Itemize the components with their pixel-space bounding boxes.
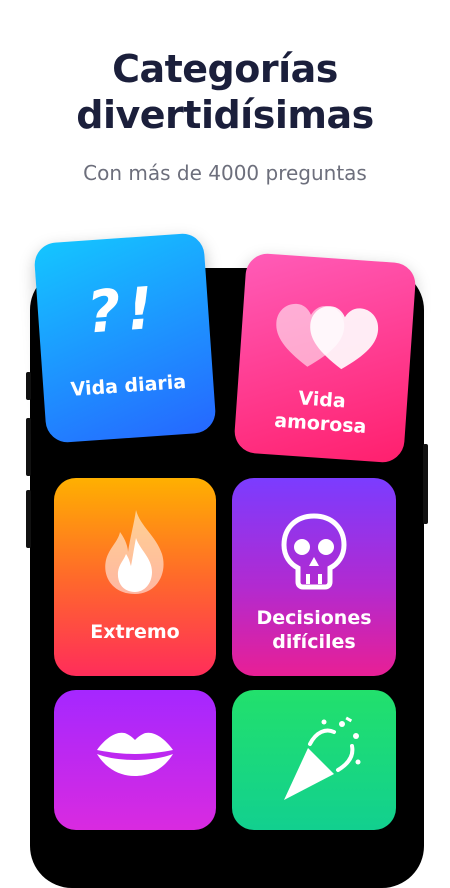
phone-side-button bbox=[26, 372, 31, 400]
category-label: Decisiones difíciles bbox=[232, 606, 396, 654]
flame-icon bbox=[105, 510, 164, 594]
subtitle: Con más de 4000 preguntas bbox=[83, 161, 367, 185]
party-popper-icon bbox=[284, 716, 361, 800]
hearts-icon bbox=[276, 303, 379, 370]
title-line-1: Categorías bbox=[112, 47, 338, 91]
phone-volume-up bbox=[26, 418, 31, 476]
skull-icon bbox=[281, 513, 347, 590]
category-label: Vida diaria bbox=[69, 370, 187, 401]
category-label-line-1: Decisiones bbox=[256, 607, 372, 629]
category-card-extremo[interactable]: Extremo bbox=[54, 478, 216, 676]
category-card-party[interactable] bbox=[232, 690, 396, 830]
question-exclamation-icon: ?! bbox=[84, 273, 162, 347]
category-label-line-2: difíciles bbox=[272, 631, 356, 653]
title-line-2: divertidísimas bbox=[76, 93, 374, 137]
category-card-vida-diaria[interactable]: ?! Vida diaria bbox=[33, 232, 217, 444]
category-card-lips[interactable] bbox=[54, 690, 216, 830]
category-card-decisiones-dificiles[interactable]: Decisiones difíciles bbox=[232, 478, 396, 676]
page-title: Categorías divertidísimas bbox=[0, 46, 450, 138]
lips-icon bbox=[97, 732, 173, 776]
phone-power-button bbox=[423, 444, 428, 524]
category-card-vida-amorosa[interactable]: Vida amorosa bbox=[233, 252, 417, 464]
category-label: Vida amorosa bbox=[235, 382, 408, 442]
phone-volume-down bbox=[26, 490, 31, 548]
category-label: Extremo bbox=[90, 621, 180, 643]
